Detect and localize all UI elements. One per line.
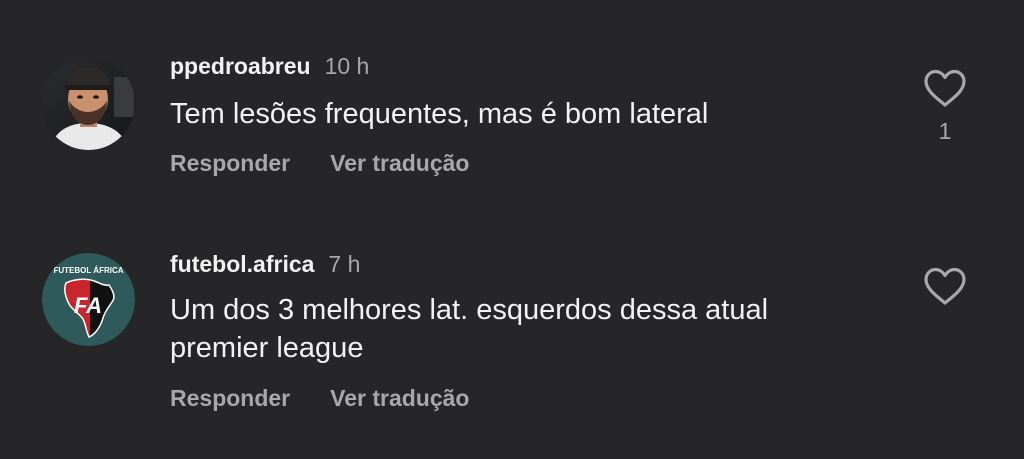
comment-text: Um dos 3 melhores lat. esquerdos dessa a… [170, 294, 769, 364]
comment-header: futebol.africa 7 h [170, 250, 360, 278]
comment-actions: Responder Ver tradução [170, 384, 469, 412]
futebol-africa-logo: FUTEBOL ÁFRICA FA [42, 253, 135, 346]
username-link[interactable]: ppedroabreu [170, 53, 311, 79]
see-translation-button[interactable]: Ver tradução [330, 150, 469, 176]
avatar[interactable] [42, 57, 135, 150]
logo-top-text: FUTEBOL ÁFRICA [53, 266, 123, 275]
comment-item: FUTEBOL ÁFRICA FA futebol.africa 7 h Um d… [0, 230, 1024, 459]
user-photo-avatar [42, 57, 135, 150]
comment-actions: Responder Ver tradução [170, 149, 469, 177]
reply-button[interactable]: Responder [170, 150, 290, 176]
username-link[interactable]: futebol.africa [170, 251, 314, 277]
heart-outline-icon[interactable] [922, 68, 968, 108]
comment-timestamp: 10 h [324, 53, 370, 79]
like-group [922, 266, 968, 306]
like-group: 1 [922, 68, 968, 144]
see-translation-button[interactable]: Ver tradução [330, 385, 469, 411]
heart-outline-icon[interactable] [922, 266, 968, 306]
comment-header: ppedroabreu 10 h [170, 52, 369, 80]
comment-timestamp: 7 h [328, 251, 361, 277]
avatar[interactable]: FUTEBOL ÁFRICA FA [42, 253, 135, 346]
reply-button[interactable]: Responder [170, 385, 290, 411]
logo-monogram: FA [74, 293, 102, 318]
comment-item: ppedroabreu 10 h Tem lesões frequentes, m… [0, 0, 1024, 230]
like-count: 1 [938, 118, 952, 144]
comment-text: Tem lesões frequentes, mas é bom lateral [170, 98, 709, 130]
